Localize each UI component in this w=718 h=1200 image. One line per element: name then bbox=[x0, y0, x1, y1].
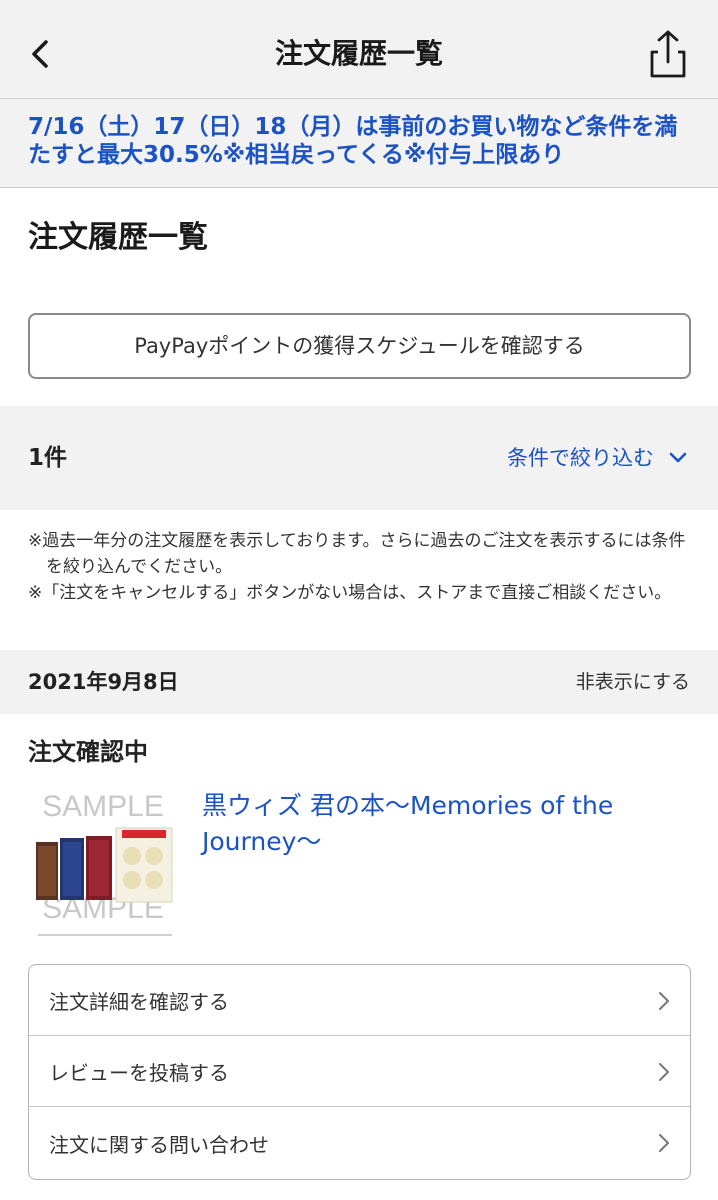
nav-title: 注文履歴一覧 bbox=[274, 37, 443, 70]
order-date-bar: 2021年9月8日 非表示にする bbox=[0, 650, 718, 714]
chevron-down-icon[interactable] bbox=[668, 451, 688, 465]
write-review-label: レビューを投稿する bbox=[49, 1060, 229, 1085]
note-cancel-button: ※「注文をキャンセルする」ボタンがない場合は、ストアまで直接ご相談ください。 bbox=[28, 583, 672, 603]
chevron-right-icon bbox=[659, 1063, 669, 1081]
chevron-right-icon bbox=[659, 1134, 669, 1152]
nav-bar: 注文履歴一覧 bbox=[0, 0, 718, 108]
filter-bar: 1件 条件で絞り込む bbox=[0, 406, 718, 510]
note-history-range: ※過去一年分の注文履歴を表示しております。さらに過去のご注文を表示するには条件を… bbox=[28, 531, 686, 577]
order-date: 2021年9月8日 bbox=[28, 670, 179, 694]
thumbnail-watermark: SAMPLE bbox=[42, 790, 164, 823]
notes: ※過去一年分の注文履歴を表示しております。さらに過去のご注文を表示するには条件を… bbox=[28, 528, 692, 606]
share-icon[interactable] bbox=[646, 28, 690, 80]
filter-label[interactable]: 条件で絞り込む bbox=[507, 442, 654, 474]
product-thumbnail[interactable]: SAMPLE SAMPLE bbox=[28, 784, 178, 944]
order-inquiry-item[interactable]: 注文に関する問い合わせ bbox=[29, 1107, 690, 1179]
product-title-link[interactable]: 黒ウィズ 君の本〜Memories of the Journey〜 bbox=[202, 788, 692, 860]
page-title: 注文履歴一覧 bbox=[28, 220, 208, 255]
promo-text[interactable]: 7/16（土）17（日）18（月）は事前のお買い物など条件を満たすと最大30.5… bbox=[28, 113, 690, 169]
write-review-item[interactable]: レビューを投稿する bbox=[29, 1036, 690, 1107]
hide-order-link[interactable]: 非表示にする bbox=[576, 666, 690, 698]
order-status: 注文確認中 bbox=[28, 738, 148, 766]
order-inquiry-label: 注文に関する問い合わせ bbox=[49, 1132, 269, 1157]
filter-toggle[interactable]: 条件で絞り込む bbox=[507, 440, 688, 476]
order-detail-label: 注文詳細を確認する bbox=[49, 989, 229, 1014]
promo-banner[interactable]: 7/16（土）17（日）18（月）は事前のお買い物など条件を満たすと最大30.5… bbox=[0, 98, 718, 188]
paypay-points-schedule-button[interactable]: PayPayポイントの獲得スケジュールを確認する bbox=[28, 313, 691, 379]
result-count: 1件 bbox=[28, 445, 68, 471]
order-detail-item[interactable]: 注文詳細を確認する bbox=[29, 965, 690, 1036]
chevron-right-icon bbox=[659, 992, 669, 1010]
order-actions-list: 注文詳細を確認する レビューを投稿する 注文に関する問い合わせ bbox=[28, 964, 691, 1180]
